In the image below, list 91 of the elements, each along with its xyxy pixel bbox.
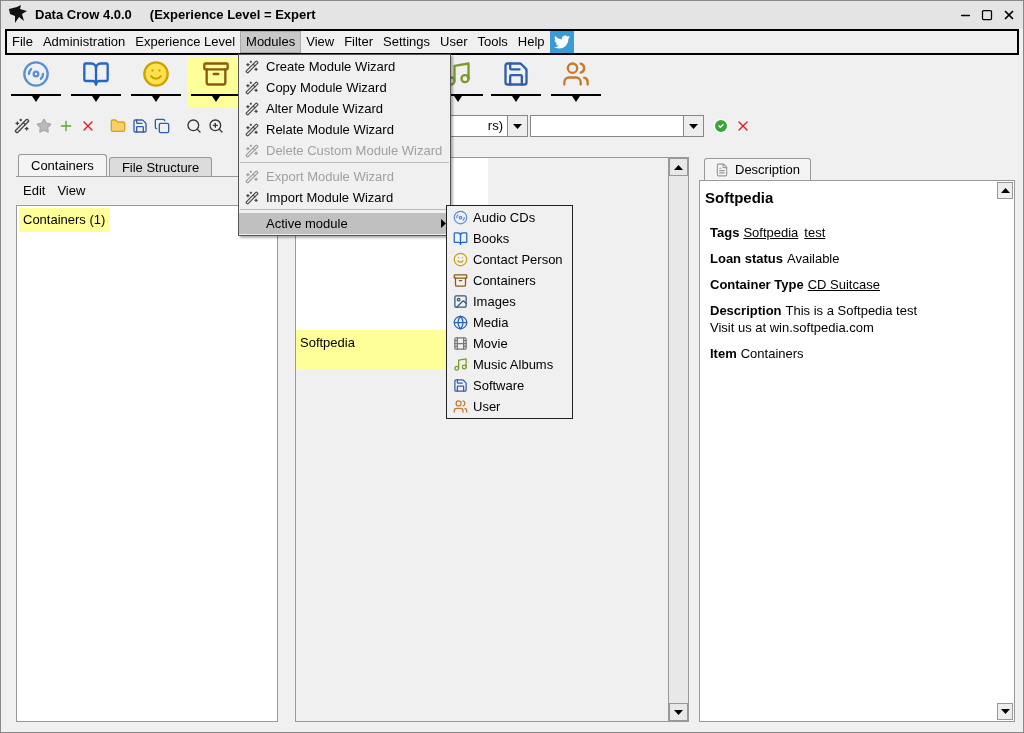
field-label: Container Type: [710, 275, 804, 293]
close-icon: [1002, 8, 1016, 22]
dropdown-icon: [689, 123, 698, 129]
people-icon: [453, 399, 468, 414]
people-icon: [562, 60, 590, 88]
dropdown-arrow-icon: [212, 96, 220, 102]
field-value: Containers: [740, 344, 804, 362]
dropdown-icon: [513, 123, 522, 129]
details-title: Softpedia: [705, 188, 775, 208]
field-value: Visit us at win.softpedia.com: [710, 318, 875, 336]
smiley-icon: [453, 252, 468, 267]
menu-item[interactable]: User: [435, 31, 473, 53]
field-link[interactable]: CD Suitcase: [807, 275, 880, 293]
panel-menu-item[interactable]: View: [57, 181, 86, 201]
maximize-button[interactable]: [979, 7, 995, 23]
field-label: Loan status: [710, 249, 783, 267]
scrollbar[interactable]: [668, 158, 688, 721]
dropdown-arrow-icon: [92, 96, 100, 102]
scroll-up-button[interactable]: [997, 182, 1013, 199]
menu-entry[interactable]: Create Module Wizard: [239, 56, 450, 77]
disc-icon: [22, 60, 50, 88]
description-tab[interactable]: Description: [704, 158, 812, 180]
field-label: Item: [710, 344, 737, 362]
field-value: Available: [786, 249, 840, 267]
menu-item[interactable]: Settings: [378, 31, 436, 53]
tree-item[interactable]: Containers (1): [19, 208, 110, 232]
menu-entry[interactable]: Copy Module Wizard: [239, 77, 450, 98]
filter-field[interactable]: [530, 115, 704, 137]
film-reel-icon: [453, 336, 468, 351]
save-icon: [132, 118, 148, 134]
submenu-arrow-icon: [441, 219, 446, 228]
dropdown-arrow-icon: [454, 96, 462, 102]
menu-item[interactable]: Experience Level: [130, 31, 241, 53]
smiley-icon: [142, 60, 170, 88]
menu-item[interactable]: Filter: [339, 31, 379, 53]
field-link[interactable]: test: [804, 223, 826, 241]
menu-item[interactable]: Administration: [37, 31, 131, 53]
wand-icon: [245, 122, 259, 137]
folder-icon: [110, 118, 126, 134]
zoom-in-icon: [208, 118, 224, 134]
wand-icon: [14, 118, 30, 134]
combo-value: rs): [486, 117, 504, 136]
menu-entry[interactable]: Software: [447, 375, 572, 396]
menu-entry[interactable]: User: [447, 396, 572, 417]
book-icon: [82, 60, 110, 88]
document-icon: [715, 162, 729, 177]
window-title: Data Crow 4.0.0: [35, 6, 132, 25]
field-label: Tags: [710, 223, 740, 241]
menu-item[interactable]: File: [7, 31, 38, 53]
menu-item[interactable]: View: [301, 31, 340, 53]
field-value: This is a Softpedia test: [785, 301, 918, 319]
panel-tab[interactable]: Containers: [18, 154, 107, 176]
wand-icon: [245, 59, 259, 74]
dropdown-arrow-icon: [572, 96, 580, 102]
book-icon: [453, 231, 468, 246]
wand-icon: [245, 169, 259, 184]
dropdown-arrow-icon: [512, 96, 520, 102]
dropdown-arrow-icon: [32, 96, 40, 102]
search-icon: [186, 118, 202, 134]
star-icon: [36, 118, 52, 134]
scroll-down-icon: [674, 709, 683, 715]
dropdown-arrow-icon: [152, 96, 160, 102]
wand-icon: [245, 190, 259, 205]
panel-menu-item[interactable]: Edit: [23, 181, 46, 201]
field-link[interactable]: Softpedia: [743, 223, 799, 241]
wand-icon: [245, 101, 259, 116]
menu-item[interactable]: Modules: [240, 31, 302, 53]
menu-item[interactable]: Tools: [472, 31, 513, 53]
image-icon: [453, 294, 468, 309]
save-all-icon: [154, 118, 170, 134]
cabinet-icon: [202, 60, 230, 88]
cabinet-icon: [453, 273, 468, 288]
globe-icon: [453, 315, 468, 330]
menu-item[interactable]: Help: [512, 31, 550, 53]
apply-icon: [713, 118, 729, 134]
scroll-down-button[interactable]: [997, 703, 1013, 720]
add-icon: [58, 118, 74, 134]
crow-logo-icon: [7, 5, 29, 25]
bird-icon: [553, 34, 570, 50]
scroll-up-icon: [1000, 188, 1010, 193]
window-subtitle: (Experience Level = Expert: [149, 6, 316, 25]
field-label: Description: [710, 301, 782, 319]
maximize-icon: [981, 9, 993, 21]
scroll-up-icon: [674, 164, 683, 170]
wand-icon: [245, 80, 259, 95]
music-note-icon: [453, 357, 468, 372]
disc-icon: [453, 210, 468, 225]
panel-tab[interactable]: File Structure: [108, 157, 213, 176]
twitter-button[interactable]: [549, 31, 574, 53]
scroll-down-icon: [1000, 709, 1010, 714]
wand-icon: [245, 143, 259, 158]
